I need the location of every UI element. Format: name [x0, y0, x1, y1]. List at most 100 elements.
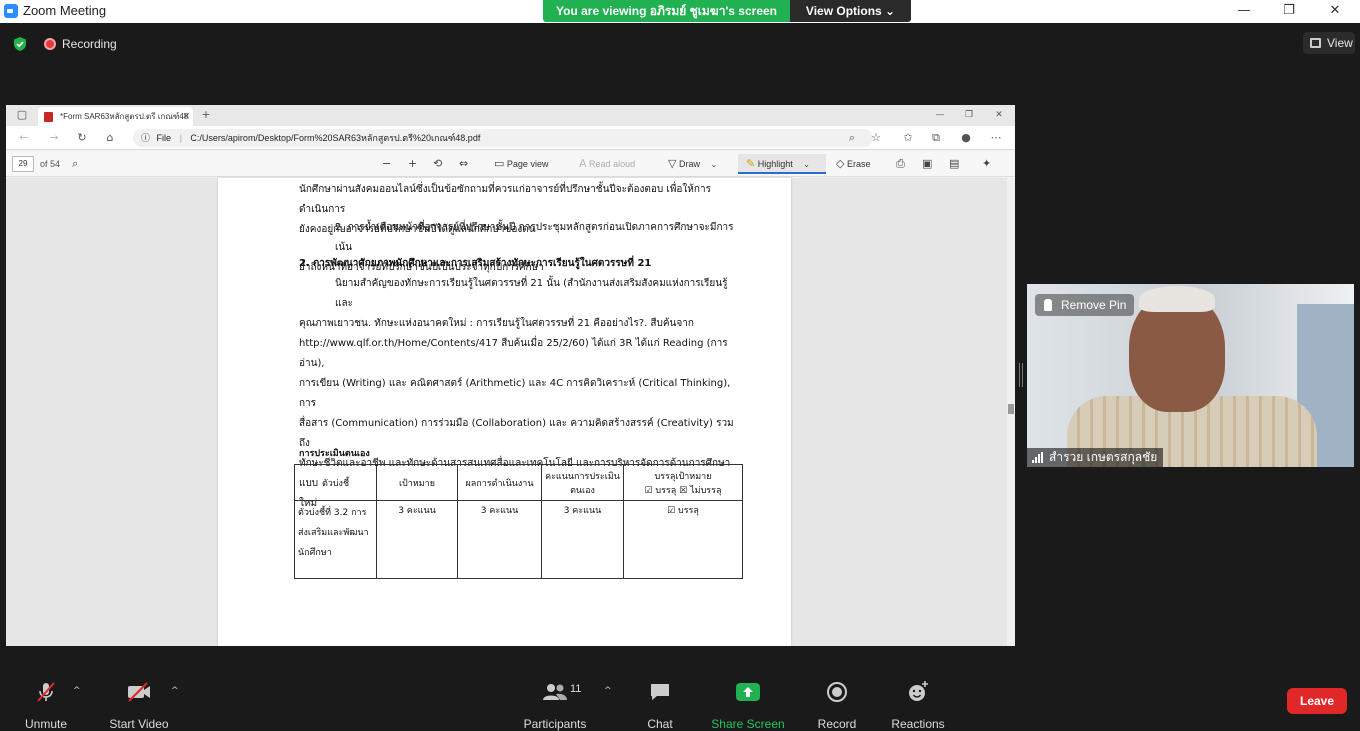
share-screen-button[interactable]: Share Screen — [710, 680, 786, 731]
self-eval-title: การประเมินตนเอง — [299, 449, 370, 459]
back-icon[interactable]: ← — [16, 130, 32, 146]
close-button[interactable]: ✕ — [1312, 0, 1358, 23]
fit-page-icon[interactable]: ⇔ — [459, 157, 468, 171]
chat-icon — [651, 684, 669, 700]
page-view-label: Page view — [506, 159, 549, 169]
remove-pin-button[interactable]: Remove Pin — [1035, 294, 1135, 316]
leave-button[interactable]: Leave — [1287, 688, 1347, 714]
view-button[interactable]: View — [1303, 32, 1355, 54]
profile-avatar[interactable]: ● — [958, 130, 974, 146]
view-options-button[interactable]: View Options ⌄ — [790, 0, 911, 22]
tab-actions-icon[interactable]: ▢ — [14, 107, 30, 123]
pin-toolbar-icon[interactable]: ✦ — [982, 157, 991, 171]
refresh-icon[interactable]: ↻ — [74, 130, 90, 146]
table-cell: 3 คะแนน — [541, 500, 624, 579]
unmute-label: Unmute — [24, 717, 68, 731]
draw-dropdown-icon[interactable]: ⌄ — [711, 160, 718, 169]
unmute-button[interactable]: Unmute — [20, 680, 72, 731]
save-as-icon[interactable]: ▤ — [949, 157, 959, 171]
more-options-icon[interactable]: ⋯ — [988, 130, 1004, 146]
page-number-input[interactable]: 29 — [12, 156, 34, 172]
start-video-button[interactable]: Start Video — [104, 680, 174, 731]
participants-count: 11 — [570, 683, 582, 695]
signal-strength-icon — [1032, 452, 1045, 463]
text-line: http://www.qlf.or.th/Home/Contents/417 ส… — [299, 338, 728, 369]
recording-label: Recording — [62, 37, 117, 51]
forward-icon[interactable]: → — [46, 130, 62, 146]
read-aloud-button[interactable]: A Read aloud — [579, 157, 635, 171]
table-header-achievement: บรรลุเป้าหมาย ☑ บรรลุ ☒ ไม่บรรลุ — [623, 464, 743, 501]
erase-button[interactable]: ◇ Erase — [836, 157, 871, 171]
meeting-controls-bar — [0, 672, 1360, 730]
find-icon[interactable]: ⌕ — [72, 157, 78, 171]
video-options-caret-icon[interactable]: ^ — [171, 686, 179, 696]
microphone-muted-icon — [37, 682, 55, 702]
maximize-button[interactable]: ❐ — [1266, 0, 1312, 23]
add-favorite-icon[interactable]: ☆ — [868, 130, 884, 146]
browser-minimize-button[interactable]: — — [932, 107, 948, 123]
read-aloud-label: Read aloud — [589, 159, 636, 169]
table-cell: 3 คะแนน — [376, 500, 458, 579]
chat-button[interactable]: Chat — [640, 680, 680, 731]
draw-button[interactable]: ▽ Draw ⌄ — [668, 157, 717, 171]
table-header: เป้าหมาย — [376, 464, 458, 501]
browser-tab-strip: ▢ *Form SAR63หลักสูตรป.ตรี เกณฑ์48 ✕ + —… — [6, 105, 1015, 126]
minimize-button[interactable]: — — [1221, 0, 1267, 23]
scrollbar-thumb[interactable] — [1008, 404, 1014, 414]
pdf-page: นักศึกษาผ่านสังคมออนไลน์ซึ่งเป็นข้อซักถา… — [218, 178, 791, 646]
text-line: 2. การย้ำเตือนหน้าที่อาจารย์ที่ปรึกษาชั้… — [335, 222, 734, 253]
table-header: ผลการดำเนินงาน — [457, 464, 542, 501]
browser-tab-pdf[interactable]: *Form SAR63หลักสูตรป.ตรี เกณฑ์48 ✕ — [38, 107, 193, 126]
collections-icon[interactable]: ⧉ — [928, 130, 944, 146]
recording-indicator[interactable]: Recording — [44, 35, 117, 53]
home-icon[interactable]: ⌂ — [102, 130, 118, 146]
share-banner: You are viewing อภิรมย์ ชูเมฆา's screen — [543, 0, 790, 22]
zoom-app-icon — [4, 4, 18, 18]
tab-close-icon[interactable]: ✕ — [182, 107, 190, 126]
zoom-search-icon[interactable]: ⌕ — [844, 130, 860, 146]
url-text: C:/Users/apirom/Desktop/Form%20SAR63หลัก… — [190, 133, 481, 143]
zoom-in-icon[interactable]: + — [408, 157, 417, 171]
reactions-icon — [909, 681, 928, 701]
save-icon[interactable]: ▣ — [922, 157, 932, 171]
participant-name-tag: สำรวย เกษตรสกุลชัย — [1027, 448, 1164, 467]
highlight-button[interactable]: ✎ Highlight ⌄ — [738, 154, 826, 174]
audio-options-caret-icon[interactable]: ^ — [73, 686, 81, 696]
split-resize-handle[interactable] — [1019, 363, 1023, 387]
url-field[interactable]: ⓘ File | C:/Users/apirom/Desktop/Form%20… — [133, 129, 873, 147]
table-header-row: ตัวบ่งชี้ เป้าหมาย ผลการดำเนินงาน คะแนนก… — [294, 464, 743, 501]
pdf-toolbar: 29 of 54 ⌕ − + ⟲ ⇔ ▭ Page view A Read al… — [6, 151, 1015, 177]
highlight-dropdown-icon[interactable]: ⌄ — [803, 160, 810, 169]
text-line: การเขียน (Writing) และ คณิตศาสตร์ (Arith… — [299, 378, 731, 409]
self-evaluation-table: ตัวบ่งชี้ เป้าหมาย ผลการดำเนินงาน คะแนนก… — [294, 464, 743, 579]
table-cell: 3 คะแนน — [457, 500, 542, 579]
pdf-scrollbar[interactable] — [1007, 178, 1015, 646]
eraser-icon: ◇ — [836, 157, 845, 170]
info-icon: ⓘ — [141, 134, 151, 144]
table-cell: ตัวบ่งชี้ที่ 3.2 การส่งเสริมและพัฒนานักศ… — [294, 500, 377, 579]
new-tab-button[interactable]: + — [198, 107, 214, 123]
table-header: ตัวบ่งชี้ — [294, 464, 377, 501]
text-line: นักศึกษาผ่านสังคมออนไลน์ซึ่งเป็นข้อซักถา… — [299, 184, 711, 215]
favorites-icon[interactable]: ✩ — [900, 130, 916, 146]
participants-options-caret-icon[interactable]: ^ — [604, 686, 612, 696]
record-button[interactable]: Record — [815, 680, 859, 731]
pin-icon — [1044, 299, 1052, 311]
zoom-out-icon[interactable]: − — [382, 157, 391, 171]
page-view-button[interactable]: ▭ Page view — [494, 157, 548, 171]
rotate-icon[interactable]: ⟲ — [433, 157, 442, 171]
read-aloud-icon: A — [579, 157, 587, 170]
pdf-viewer[interactable]: นักศึกษาผ่านสังคมออนไลน์ซึ่งเป็นข้อซักถา… — [6, 178, 1015, 646]
browser-close-button[interactable]: ✕ — [991, 107, 1007, 123]
table-header: บรรลุเป้าหมาย — [654, 471, 712, 482]
table-row: ตัวบ่งชี้ที่ 3.2 การส่งเสริมและพัฒนานักศ… — [294, 500, 743, 579]
browser-maximize-button[interactable]: ❐ — [961, 107, 977, 123]
remove-pin-label: Remove Pin — [1061, 298, 1127, 312]
highlight-label: Highlight — [757, 159, 793, 169]
print-icon[interactable]: ⎙ — [896, 157, 905, 171]
reactions-label: Reactions — [891, 717, 945, 731]
reactions-button[interactable]: Reactions — [888, 680, 948, 731]
security-shield-icon[interactable] — [12, 36, 28, 52]
draw-icon: ▽ — [668, 157, 677, 170]
url-scheme-label: File — [156, 133, 172, 143]
